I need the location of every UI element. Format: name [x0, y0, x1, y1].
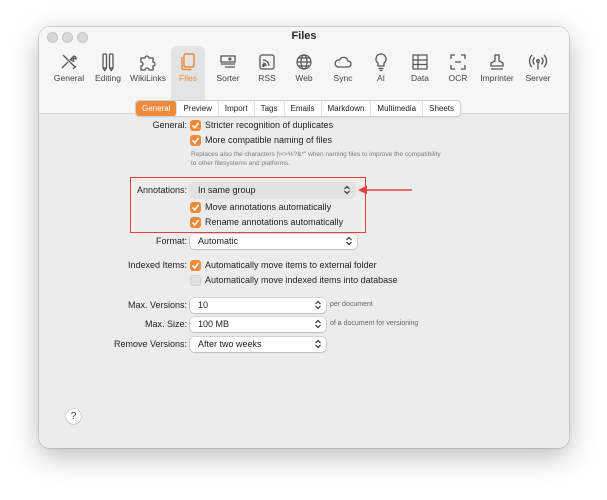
tab-import[interactable]: Import	[219, 101, 255, 116]
general-label: General:	[152, 120, 187, 130]
ocr-icon	[450, 54, 466, 70]
max-versions-unit: per document	[330, 301, 373, 308]
pencils-icon	[102, 53, 114, 72]
tab-markdown[interactable]: Markdown	[322, 101, 372, 116]
max-versions-value: 10	[198, 300, 209, 310]
chevron-updown-icon	[315, 339, 321, 349]
naming-checkbox[interactable]	[190, 135, 201, 146]
toolbar-imprinter[interactable]: Imprinter	[477, 49, 517, 105]
max-versions-select[interactable]: 10	[190, 298, 326, 313]
checkmark-icon	[191, 219, 200, 226]
tab-preview[interactable]: Preview	[177, 101, 219, 116]
duplicates-checkbox[interactable]	[190, 120, 201, 131]
lightbulb-icon	[375, 53, 387, 72]
indexed-items-label: Indexed Items:	[127, 260, 187, 270]
max-size-select[interactable]: 100 MB	[190, 317, 326, 332]
rss-icon	[259, 54, 275, 70]
grid-icon	[412, 54, 428, 70]
globe-icon	[296, 54, 312, 70]
max-size-unit: of a document for versioning	[330, 320, 419, 327]
max-versions-label: Max. Versions:	[127, 300, 187, 310]
checkmark-icon	[191, 262, 200, 269]
format-label: Format:	[155, 236, 187, 246]
move-annotations-label: Move annotations automatically	[205, 202, 332, 212]
highlight-arrow-icon	[358, 185, 412, 195]
cloud-icon	[334, 56, 352, 68]
help-button[interactable]: ?	[66, 409, 81, 424]
remove-versions-value: After two weeks	[198, 339, 262, 349]
remove-versions-label: Remove Versions:	[113, 339, 187, 349]
max-size-label: Max. Size:	[144, 319, 187, 329]
annotations-select[interactable]: In same group	[190, 183, 355, 198]
move-external-checkbox[interactable]	[190, 260, 201, 271]
annotations-select-value: In same group	[198, 185, 256, 195]
window-title: Files	[291, 30, 317, 42]
duplicates-label: Stricter recognition of duplicates	[205, 120, 334, 130]
format-select[interactable]: Automatic	[190, 234, 357, 249]
move-annotations-checkbox[interactable]	[190, 202, 201, 213]
tab-emails[interactable]: Emails	[285, 101, 322, 116]
tab-sheets[interactable]: Sheets	[423, 101, 460, 116]
sorter-icon	[220, 55, 236, 68]
move-into-database-label: Automatically move indexed items into da…	[205, 275, 398, 285]
checkmark-icon	[191, 137, 200, 144]
puzzle-icon	[140, 55, 156, 71]
chevron-updown-icon	[344, 185, 350, 195]
stamp-icon	[490, 54, 504, 70]
tools-icon	[61, 54, 77, 70]
chevron-updown-icon	[346, 236, 352, 246]
max-size-value: 100 MB	[198, 319, 230, 329]
naming-hint-line2: to other filesystems and platforms.	[191, 160, 290, 167]
tab-multimedia[interactable]: Multimedia	[371, 101, 424, 116]
antenna-icon	[528, 54, 548, 70]
tab-tags[interactable]: Tags	[255, 101, 285, 116]
remove-versions-select[interactable]: After two weeks	[190, 337, 326, 352]
chevron-updown-icon	[315, 300, 321, 310]
tab-bar: General Preview Import Tags Emails Markd…	[135, 100, 462, 117]
checkmark-icon	[191, 204, 200, 211]
move-external-label: Automatically move items to external fol…	[205, 260, 377, 270]
toolbar-server[interactable]: Server	[518, 49, 558, 105]
naming-label: More compatible naming of files	[205, 135, 333, 145]
naming-hint-line1: Replaces also the characters |\<>%?&*" w…	[191, 151, 441, 158]
move-into-database-checkbox[interactable]	[190, 275, 201, 286]
format-select-value: Automatic	[198, 236, 239, 246]
files-icon	[181, 53, 195, 71]
preferences-window: Files General Editing WikiLinks Files So…	[39, 27, 569, 448]
tab-general[interactable]: General	[136, 101, 178, 116]
rename-annotations-label: Rename annotations automatically	[205, 217, 344, 227]
chevron-updown-icon	[315, 319, 321, 329]
checkmark-icon	[191, 122, 200, 129]
rename-annotations-checkbox[interactable]	[190, 217, 201, 228]
annotations-label: Annotations:	[136, 185, 187, 195]
toolbar-label: Server	[525, 73, 551, 83]
